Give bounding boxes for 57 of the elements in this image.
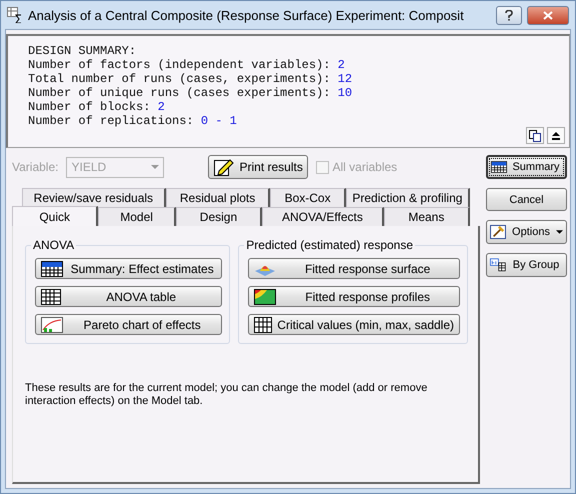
window-title: Analysis of a Central Composite (Response Surface) Experiment: Composit xyxy=(28,8,465,22)
close-icon xyxy=(543,10,553,20)
summary-label: Number of blocks: xyxy=(28,100,152,114)
tab[interactable]: Means xyxy=(384,207,470,226)
group-title: Predicted (estimated) response xyxy=(245,238,414,252)
group-title: ANOVA xyxy=(32,238,76,252)
summary-label: Total number of runs (cases, experiments): xyxy=(28,72,332,86)
summary-table-icon xyxy=(491,160,507,174)
analysis-button[interactable]: Fitted response profiles xyxy=(248,286,460,307)
by-group-icon xyxy=(490,258,506,272)
summary-heading: DESIGN SUMMARY: xyxy=(28,44,138,58)
copy-icon xyxy=(529,130,541,142)
tab[interactable]: ANOVA/Effects xyxy=(262,207,384,226)
collapse-button[interactable] xyxy=(547,127,565,144)
side-button[interactable]: Summary xyxy=(486,155,567,179)
side-button[interactable]: Options xyxy=(486,220,567,244)
summary-table-icon xyxy=(41,260,63,276)
summary-value: 2 xyxy=(338,58,345,72)
summary-label: Number of unique runs (cases experiments): xyxy=(28,86,332,100)
copy-button[interactable] xyxy=(526,127,544,144)
pareto-chart-icon xyxy=(41,316,63,332)
side-button[interactable]: By Group xyxy=(486,253,567,277)
tab[interactable]: Design xyxy=(176,207,262,226)
tab[interactable]: Review/save residuals xyxy=(22,188,166,207)
tab[interactable]: Residual plots xyxy=(166,188,270,207)
summary-value: 12 xyxy=(338,72,352,86)
analysis-button[interactable]: Critical values (min, max, saddle) xyxy=(248,314,460,335)
analysis-button[interactable]: Fitted response surface xyxy=(248,258,460,279)
note-text: These results are for the current model; you can change the model (add or remove interaction effects) on the Model tab. xyxy=(25,382,428,408)
question-icon xyxy=(505,10,513,20)
help-button[interactable] xyxy=(496,6,522,24)
caret-icon xyxy=(556,230,563,234)
variable-label: Variable: xyxy=(12,160,58,174)
analysis-button[interactable]: ANOVA table xyxy=(35,286,222,307)
dropdown-caret-icon xyxy=(151,165,160,169)
grid-icon xyxy=(254,316,272,332)
summary-label: Number of replications: xyxy=(28,114,195,128)
all-variables-label: All variables xyxy=(332,160,398,174)
contour-plot-icon xyxy=(254,288,276,304)
print-results-button[interactable]: Print results xyxy=(208,155,308,179)
app-icon xyxy=(7,7,23,23)
table-icon xyxy=(41,288,61,304)
pencil-icon xyxy=(214,158,234,176)
summary-value: 2 xyxy=(158,100,165,114)
close-button[interactable] xyxy=(527,6,569,24)
analysis-button[interactable]: Summary: Effect estimates xyxy=(35,258,222,279)
hammer-icon xyxy=(490,225,506,239)
up-arrow-icon xyxy=(552,131,560,140)
tab[interactable]: Model xyxy=(98,207,176,226)
side-button[interactable]: Cancel xyxy=(486,188,567,211)
summary-label: Number of factors (independent variables): xyxy=(28,58,332,72)
tab[interactable]: Box-Cox xyxy=(270,188,346,207)
summary-value: 10 xyxy=(338,86,352,100)
analysis-button[interactable]: Pareto chart of effects xyxy=(35,314,222,335)
tab[interactable]: Quick xyxy=(12,206,98,227)
summary-value: 0 - 1 xyxy=(200,114,237,128)
tab[interactable]: Prediction & profiling xyxy=(346,188,470,207)
